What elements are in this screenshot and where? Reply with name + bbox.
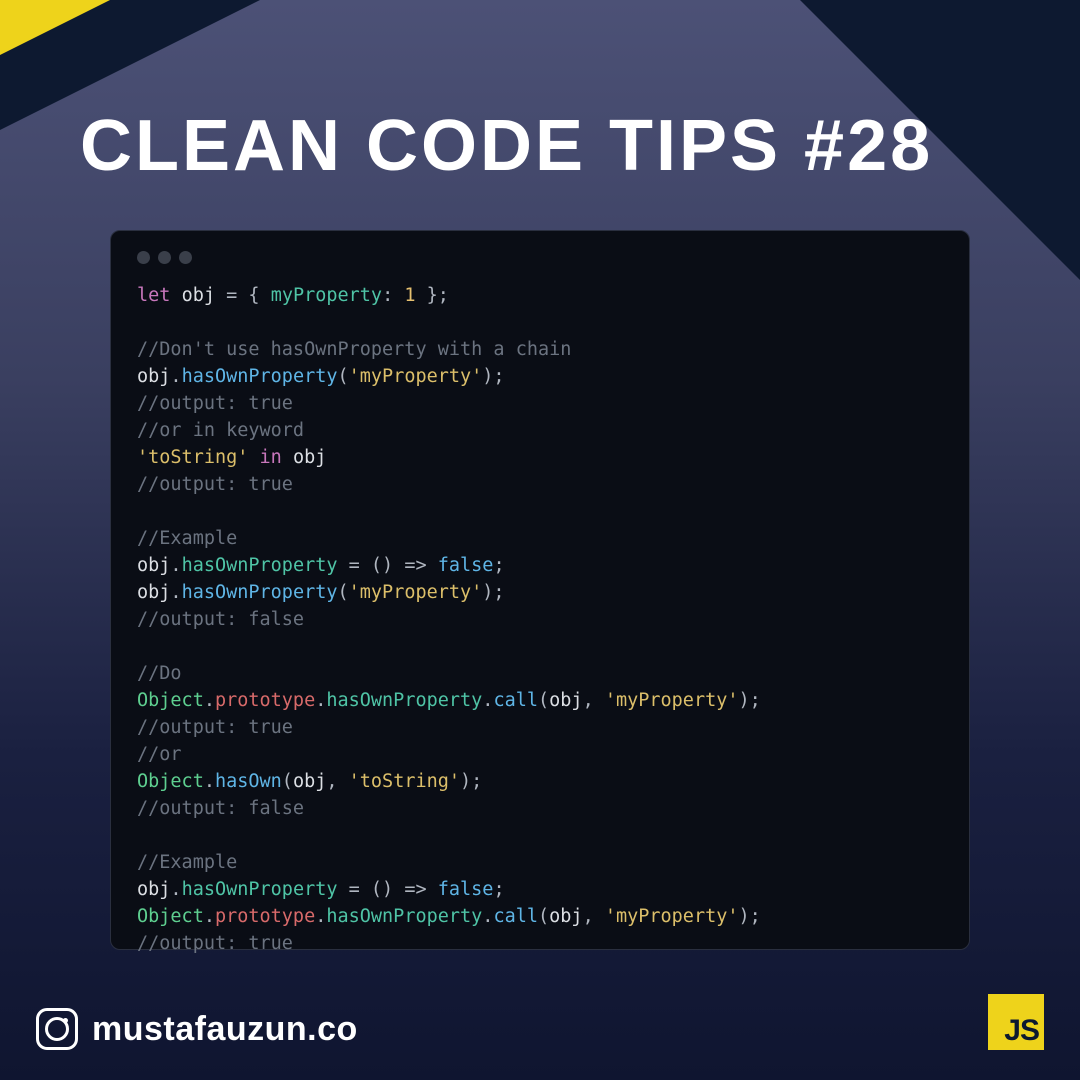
code-token-method: call bbox=[493, 690, 538, 711]
code-token-comment: //output: true bbox=[137, 717, 293, 738]
code-token-comment: //output: true bbox=[137, 474, 293, 495]
code-token-punct: }; bbox=[416, 285, 449, 306]
code-token-prop: hasOwnProperty bbox=[326, 690, 482, 711]
code-token-punct: , bbox=[583, 690, 605, 711]
code-token-punct: . bbox=[315, 906, 326, 927]
code-token-prop: myProperty bbox=[271, 285, 382, 306]
code-token-proto: prototype bbox=[215, 690, 315, 711]
code-token-punct: ; bbox=[493, 555, 504, 576]
code-token-comment: //Example bbox=[137, 528, 237, 549]
code-token-comment: //Do bbox=[137, 663, 182, 684]
code-token-punct: ); bbox=[739, 906, 761, 927]
corner-accent-top-left-yellow bbox=[0, 0, 110, 55]
code-token-var: obj bbox=[137, 555, 170, 576]
code-token-punct: . bbox=[482, 906, 493, 927]
code-token-punct: ( bbox=[538, 690, 549, 711]
js-badge-label: JS bbox=[1004, 1014, 1039, 1048]
code-token-punct: . bbox=[315, 690, 326, 711]
code-token-prop: hasOwnProperty bbox=[182, 555, 338, 576]
code-token-false: false bbox=[438, 879, 494, 900]
code-block: let obj = { myProperty: 1 }; //Don't use… bbox=[137, 282, 943, 957]
code-token-var: obj bbox=[137, 879, 170, 900]
code-token-punct: ); bbox=[739, 690, 761, 711]
code-token-punct: . bbox=[170, 555, 181, 576]
code-token-punct: ); bbox=[482, 582, 504, 603]
code-token-punct: = { bbox=[215, 285, 271, 306]
code-token-str: 'myProperty' bbox=[605, 690, 739, 711]
code-token-class: Object bbox=[137, 771, 204, 792]
code-token-punct: . bbox=[204, 906, 215, 927]
code-token-var: obj bbox=[137, 582, 170, 603]
code-token-comment: //Example bbox=[137, 852, 237, 873]
code-token-str: 'myProperty' bbox=[349, 366, 483, 387]
instagram-icon bbox=[36, 1008, 78, 1050]
code-token-method: hasOwnProperty bbox=[182, 366, 338, 387]
code-token-method: call bbox=[493, 906, 538, 927]
code-token-comment: //output: true bbox=[137, 933, 293, 954]
code-token-num: 1 bbox=[404, 285, 415, 306]
code-token-method: hasOwnProperty bbox=[182, 582, 338, 603]
window-controls bbox=[137, 251, 943, 264]
code-token-punct: ( bbox=[338, 582, 349, 603]
code-token-punct: ( bbox=[538, 906, 549, 927]
code-token-punct: . bbox=[204, 690, 215, 711]
code-token-punct: = () => bbox=[338, 879, 438, 900]
code-token-str: 'myProperty' bbox=[349, 582, 483, 603]
code-token-punct: . bbox=[170, 879, 181, 900]
code-token-comment: //or bbox=[137, 744, 182, 765]
code-token-punct: ; bbox=[493, 879, 504, 900]
code-token-str: 'toString' bbox=[137, 447, 248, 468]
code-token-punct: , bbox=[583, 906, 605, 927]
code-token-false: false bbox=[438, 555, 494, 576]
code-token-comment: //or in keyword bbox=[137, 420, 304, 441]
js-badge: JS bbox=[988, 994, 1044, 1050]
code-token-punct: , bbox=[326, 771, 348, 792]
code-token-var: obj bbox=[137, 366, 170, 387]
code-token-comment: //output: false bbox=[137, 609, 304, 630]
window-dot bbox=[179, 251, 192, 264]
code-token-var: obj bbox=[182, 285, 215, 306]
code-token-punct: . bbox=[482, 690, 493, 711]
code-token-punct: ( bbox=[338, 366, 349, 387]
code-token-proto: prototype bbox=[215, 906, 315, 927]
code-token-class: Object bbox=[137, 690, 204, 711]
code-token-var: obj bbox=[549, 690, 582, 711]
code-token-str: 'myProperty' bbox=[605, 906, 739, 927]
code-token-var: obj bbox=[293, 447, 326, 468]
code-token-var: obj bbox=[549, 906, 582, 927]
code-token-comment: //output: true bbox=[137, 393, 293, 414]
code-token-punct: . bbox=[170, 366, 181, 387]
code-token-punct: : bbox=[382, 285, 404, 306]
code-token-punct: ); bbox=[482, 366, 504, 387]
code-token-prop: hasOwnProperty bbox=[326, 906, 482, 927]
code-editor-window: let obj = { myProperty: 1 }; //Don't use… bbox=[110, 230, 970, 950]
code-token-comment: //Don't use hasOwnProperty with a chain bbox=[137, 339, 571, 360]
code-token-punct: ( bbox=[282, 771, 293, 792]
window-dot bbox=[137, 251, 150, 264]
footer: mustafauzun.co bbox=[36, 1008, 358, 1050]
code-token-punct: . bbox=[204, 771, 215, 792]
code-token-kw: in bbox=[260, 447, 282, 468]
code-token-punct: ); bbox=[460, 771, 482, 792]
code-token-comment: //output: false bbox=[137, 798, 304, 819]
code-token-method: hasOwn bbox=[215, 771, 282, 792]
code-token-punct bbox=[282, 447, 293, 468]
code-token-var: obj bbox=[293, 771, 326, 792]
code-token-str: 'toString' bbox=[349, 771, 460, 792]
code-token-kw: let bbox=[137, 285, 182, 306]
code-token-prop: hasOwnProperty bbox=[182, 879, 338, 900]
code-token-punct: = () => bbox=[338, 555, 438, 576]
author-handle: mustafauzun.co bbox=[92, 1010, 358, 1049]
code-token-class: Object bbox=[137, 906, 204, 927]
window-dot bbox=[158, 251, 171, 264]
code-token-punct bbox=[248, 447, 259, 468]
code-token-punct: . bbox=[170, 582, 181, 603]
page-title: CLEAN CODE TIPS #28 bbox=[80, 105, 933, 187]
